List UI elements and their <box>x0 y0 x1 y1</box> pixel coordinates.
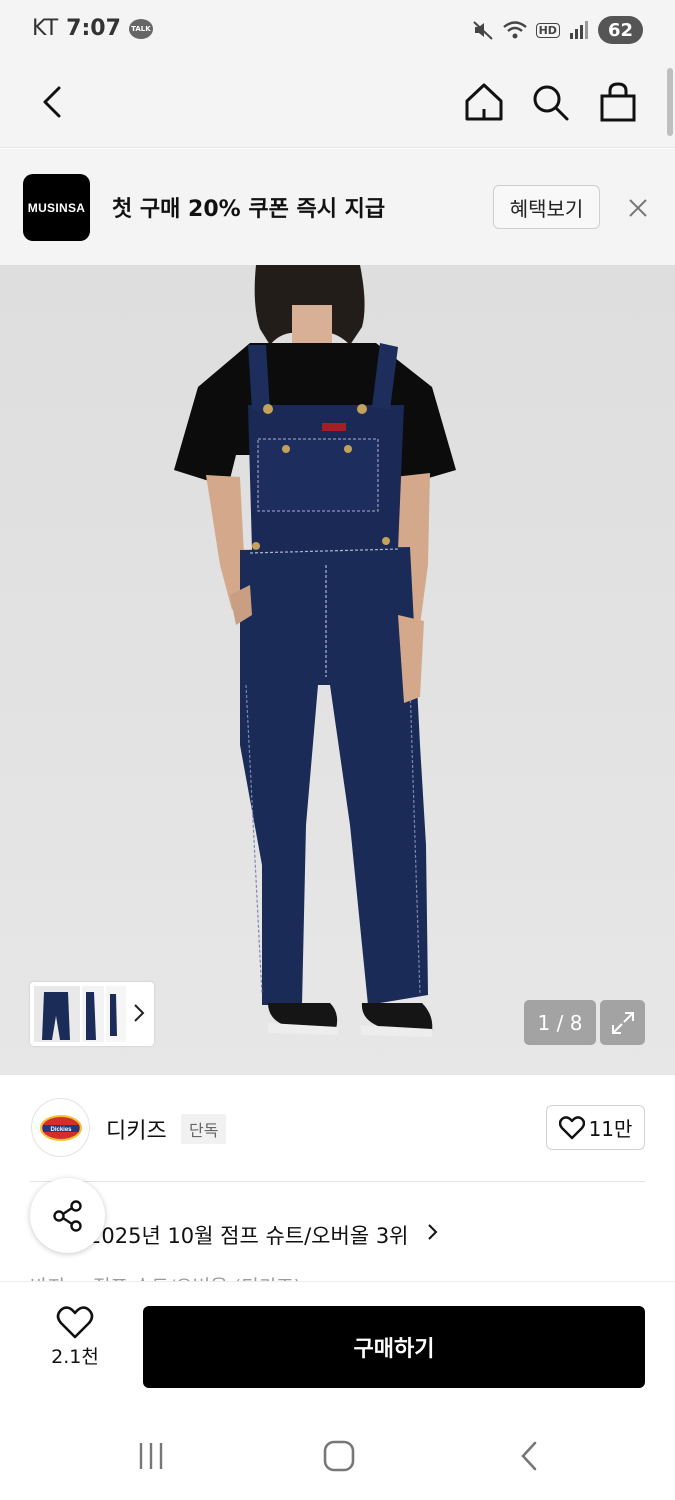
expand-image-button[interactable] <box>600 1000 645 1045</box>
exclusive-badge: 단독 <box>181 1114 227 1144</box>
musinsa-logo: MUSINSA <box>23 174 90 241</box>
brand-like-count: 11만 <box>588 1117 633 1141</box>
chevron-left-icon <box>43 86 61 118</box>
heart-icon <box>56 1306 94 1339</box>
wishlist-button[interactable]: 2.1천 <box>40 1306 110 1381</box>
status-left: KT 7:07 TALK <box>32 16 153 41</box>
home-system-button[interactable] <box>314 1436 364 1476</box>
dickies-logo: Dickies <box>39 1114 82 1141</box>
product-image[interactable] <box>0 265 675 1075</box>
talk-notification-icon: TALK <box>128 18 153 39</box>
share-icon <box>52 1199 82 1232</box>
svg-text:Dickies: Dickies <box>50 1127 72 1133</box>
back-button[interactable] <box>26 76 78 128</box>
home-circle-icon <box>323 1440 355 1472</box>
brand-like-button[interactable]: 11만 <box>546 1105 645 1150</box>
bottom-action-bar: 2.1천 구매하기 <box>0 1281 675 1408</box>
system-navigation-bar <box>0 1408 675 1500</box>
thumbnail-images <box>34 986 126 1042</box>
system-back-button[interactable] <box>504 1436 554 1476</box>
brand-name[interactable]: 디키즈 <box>106 1113 167 1145</box>
search-button[interactable] <box>524 76 576 128</box>
status-right: HD 62 <box>472 16 643 44</box>
recent-apps-button[interactable] <box>126 1436 176 1476</box>
promo-banner: MUSINSA 첫 구매 20% 쿠폰 즉시 지급 혜택보기 <box>0 149 675 265</box>
wishlist-count: 2.1천 <box>51 1346 99 1368</box>
clock: 7:07 <box>66 16 121 41</box>
hd-voice-icon: HD <box>535 22 560 38</box>
product-photo <box>174 265 456 1037</box>
chevron-right-icon <box>428 1224 438 1240</box>
image-counter: 1 / 8 <box>524 1000 596 1045</box>
recent-apps-icon <box>139 1443 163 1469</box>
scrollbar[interactable] <box>667 68 673 136</box>
divider <box>30 1181 645 1182</box>
top-navigation <box>0 62 675 148</box>
close-icon <box>629 199 647 217</box>
search-icon <box>533 85 569 121</box>
wifi-icon <box>502 21 527 39</box>
home-button[interactable] <box>458 76 510 128</box>
battery-indicator: 62 <box>597 16 643 44</box>
status-bar: KT 7:07 TALK HD 62 <box>0 0 675 62</box>
shopping-bag-icon <box>600 82 636 122</box>
chevron-right-icon <box>134 1004 145 1022</box>
heart-icon <box>558 1115 585 1139</box>
buy-button[interactable]: 구매하기 <box>143 1306 645 1388</box>
mute-icon <box>472 21 493 40</box>
signal-icon <box>569 21 588 39</box>
banner-close-button[interactable] <box>624 194 652 222</box>
promo-text: 첫 구매 20% 쿠폰 즉시 지급 <box>112 197 386 222</box>
view-benefits-button[interactable]: 혜택보기 <box>493 185 600 229</box>
brand-logo[interactable]: Dickies <box>31 1098 90 1157</box>
home-icon <box>465 83 503 121</box>
cart-button[interactable] <box>592 76 644 128</box>
back-arrow-icon <box>521 1441 537 1471</box>
ranking-text: 2025년 10월 점프 슈트/오버올 3위 <box>88 1224 409 1248</box>
carrier-label: KT <box>32 16 59 41</box>
brand-row: Dickies 디키즈 단독 11만 <box>0 1075 675 1180</box>
expand-icon <box>611 1011 634 1034</box>
share-button[interactable] <box>30 1178 105 1253</box>
thumbnail-strip[interactable] <box>30 982 154 1046</box>
